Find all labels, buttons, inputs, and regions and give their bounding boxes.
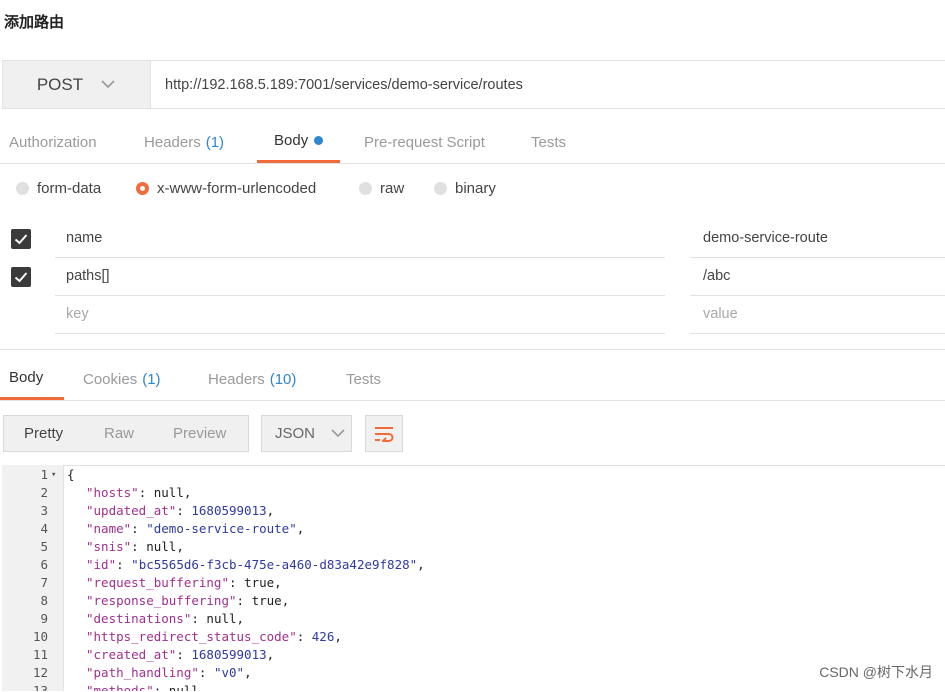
radio-binary[interactable]: binary [434, 180, 496, 197]
response-tabs: Body Cookies (1) Headers (10) Tests [0, 358, 945, 400]
param-value[interactable]: demo-service-route [703, 230, 828, 246]
tab-authorization[interactable]: Authorization [9, 121, 97, 163]
code-line: "https_redirect_status_code": 426, [86, 629, 342, 644]
radio-selected-icon [136, 182, 149, 195]
line-number: 6 [40, 557, 48, 572]
line-number: 3 [40, 503, 48, 518]
params-table: name demo-service-route paths[] /abc key… [0, 220, 945, 335]
wrap-icon [375, 426, 394, 442]
tab-cookies[interactable]: Cookies (1) [83, 358, 161, 400]
radio-form-data[interactable]: form-data [16, 180, 101, 197]
tab-body[interactable]: Body [257, 121, 341, 163]
pretty-button[interactable]: Pretty [24, 425, 104, 442]
chevron-down-icon [331, 429, 345, 438]
line-number: 1 [40, 467, 48, 482]
check-icon [14, 272, 28, 283]
new-value-input[interactable]: value [703, 306, 738, 322]
chevron-down-icon [101, 77, 115, 92]
code-line: "methods": null, [86, 683, 207, 691]
fold-arrow-icon[interactable]: ▾ [51, 466, 56, 484]
line-number: 7 [40, 575, 48, 590]
line-number: 8 [40, 593, 48, 608]
modified-dot-icon [314, 136, 324, 145]
wrap-lines-button[interactable] [365, 415, 403, 452]
line-number: 4 [40, 521, 48, 536]
code-line: "response_buffering": true, [86, 593, 290, 608]
tab-response-headers[interactable]: Headers (10) [208, 358, 296, 400]
method-select[interactable]: POST [2, 60, 150, 109]
param-value[interactable]: /abc [703, 268, 730, 284]
tab-tests[interactable]: Tests [531, 121, 566, 163]
code-lines: 1 ▾ {2 "hosts": null, 3 "updated_at": 1680599… [2, 466, 945, 691]
raw-button[interactable]: Raw [104, 425, 173, 442]
radio-circle-icon [359, 182, 372, 195]
tab-headers[interactable]: Headers (1) [144, 121, 224, 163]
body-type-group: form-data x-www-form-urlencoded raw bina… [0, 178, 945, 202]
url-input[interactable]: http://192.168.5.189:7001/services/demo-… [150, 61, 945, 108]
page-title: 添加路由 [4, 14, 65, 31]
param-key[interactable]: name [66, 230, 102, 246]
preview-button[interactable]: Preview [173, 425, 226, 442]
radio-circle-icon [434, 182, 447, 195]
line-number: 9 [40, 611, 48, 626]
line-number: 12 [32, 665, 48, 680]
code-line: "destinations": null, [86, 611, 245, 626]
param-key[interactable]: paths[] [66, 268, 110, 284]
line-number: 2 [40, 485, 48, 500]
tab-response-tests[interactable]: Tests [346, 358, 381, 400]
radio-raw[interactable]: raw [359, 180, 404, 197]
code-line: "updated_at": 1680599013, [86, 503, 275, 518]
code-line: { [67, 467, 75, 482]
method-label: POST [36, 74, 84, 94]
request-tabs: Authorization Headers (1) Body Pre-reque… [0, 121, 945, 163]
line-number: 11 [32, 647, 48, 662]
code-line: "request_buffering": true, [86, 575, 282, 590]
line-number: 13 [32, 683, 48, 691]
code-line: "snis": null, [86, 539, 184, 554]
tab-pre-request-script[interactable]: Pre-request Script [364, 121, 485, 163]
view-mode-group: Pretty Raw Preview [3, 415, 249, 452]
format-label: JSON [275, 425, 316, 442]
check-icon [14, 234, 28, 245]
new-key-input[interactable]: key [66, 306, 89, 322]
line-number: 5 [40, 539, 48, 554]
code-line: "hosts": null, [86, 485, 192, 500]
radio-circle-icon [16, 182, 29, 195]
code-line: "created_at": 1680599013, [86, 647, 275, 662]
row-checkbox[interactable] [11, 229, 31, 249]
code-line: "name": "demo-service-route", [86, 521, 305, 536]
watermark: CSDN @树下水月 [819, 664, 933, 680]
line-number: 10 [32, 629, 48, 644]
code-line: "id": "bc5565d6-f3cb-475e-a460-d83a42e9f… [86, 557, 425, 572]
tab-response-body[interactable]: Body [0, 358, 64, 400]
format-select[interactable]: JSON [261, 415, 352, 452]
row-checkbox[interactable] [11, 267, 31, 287]
divider [0, 163, 945, 164]
radio-x-www-form-urlencoded[interactable]: x-www-form-urlencoded [136, 180, 316, 197]
headers-count: (1) [205, 133, 225, 151]
code-line: "path_handling": "v0", [86, 665, 252, 680]
